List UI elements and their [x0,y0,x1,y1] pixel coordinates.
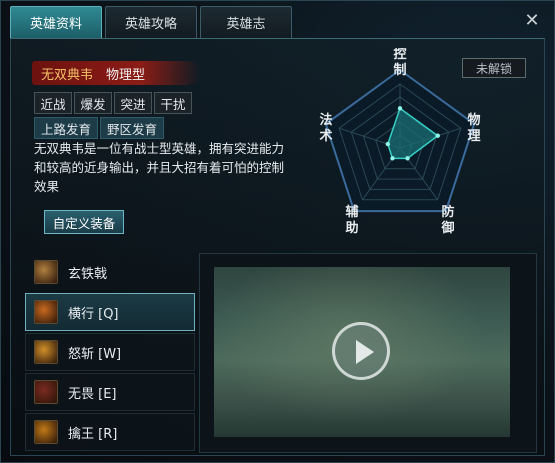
radar-point [405,156,410,161]
skill-label: 无畏 [E] [68,386,117,402]
skill-label: 玄铁戟 [68,266,108,282]
radar-axis-label: 控 [393,48,406,62]
radar-axis-label: 防 [441,204,454,220]
hero-name: 无双典韦 [41,68,94,83]
skill-list: 玄铁戟 横行 [Q] 怒斩 [W] 无畏 [E] 擒王 [R] [25,253,195,453]
play-button[interactable] [332,322,390,380]
hero-type: 物理型 [106,68,146,83]
skill-label: 擒王 [R] [68,426,118,442]
radar-axis-label: 制 [393,62,406,78]
slash-icon [34,340,58,364]
radar-axis-label: 物 [467,112,480,128]
radar-point [397,106,403,111]
hero-tag: 干扰 [154,92,192,114]
skill-label: 怒斩 [W] [68,346,122,362]
radar-axis-label: 助 [345,220,358,236]
lane-tag: 上路发育 [34,117,98,139]
radar-axis-label: 术 [318,128,332,144]
skill-item-e[interactable]: 无畏 [E] [25,373,195,411]
tab-hero-story[interactable]: 英雄志 [200,6,292,38]
seize-icon [34,420,58,444]
radar-point [385,141,391,147]
charge-icon [34,300,58,324]
halberd-icon [34,260,58,284]
fearless-icon [34,380,58,404]
hero-tag: 近战 [34,92,72,114]
skill-item-w[interactable]: 怒斩 [W] [25,333,195,371]
radar-axis-label: 御 [440,220,454,236]
lane-tag: 野区发育 [100,117,164,139]
custom-equipment-button[interactable]: 自定义装备 [44,210,124,234]
skill-item-r[interactable]: 擒王 [R] [25,413,195,451]
radar-axis-label: 理 [467,129,480,144]
radar-point [390,156,395,161]
play-icon [356,340,374,364]
attribute-radar-chart: 控制物理防御 辅助 法术 [318,48,480,236]
radar-axis-label: 法 [319,112,332,128]
hero-description: 无双典韦是一位有战士型英雄，拥有突进能力和较高的近身输出，并且大招有着可怕的控制… [34,141,285,194]
skill-item-passive[interactable]: 玄铁戟 [25,253,195,291]
skill-label: 横行 [Q] [68,306,119,322]
skill-item-q[interactable]: 横行 [Q] [25,293,195,331]
radar-axis-label: 辅 [345,204,358,220]
tab-hero-guide[interactable]: 英雄攻略 [105,6,197,38]
tab-hero-profile[interactable]: 英雄资料 [10,6,102,38]
hero-tag: 突进 [114,92,152,114]
tab-bar: 英雄资料 英雄攻略 英雄志 [10,6,292,38]
close-icon[interactable]: ✕ [521,10,543,32]
radar-point [435,133,440,138]
hero-tag: 爆发 [74,92,112,114]
